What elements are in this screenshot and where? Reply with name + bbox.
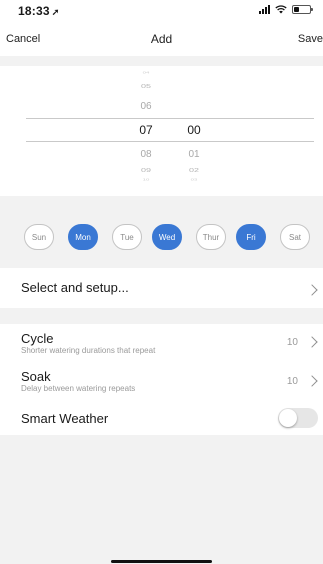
smart-weather-row: Smart Weather — [0, 402, 323, 435]
hour-option-selected[interactable]: 07 — [126, 123, 166, 137]
soak-title: Soak — [21, 369, 51, 384]
hour-option[interactable]: 08 — [126, 149, 166, 160]
toggle-knob — [279, 409, 297, 427]
cycle-row[interactable]: Cycle Shorter watering durations that re… — [0, 324, 323, 364]
hour-option[interactable]: 10 — [126, 179, 166, 182]
cycle-subtitle: Shorter watering durations that repeat — [21, 346, 156, 355]
minute-option[interactable]: 02 — [174, 167, 214, 174]
smart-weather-toggle[interactable] — [278, 408, 318, 428]
smart-weather-label: Smart Weather — [21, 411, 109, 426]
clock-time: 18:33 — [18, 4, 50, 18]
chevron-right-icon — [306, 375, 318, 387]
day-toggle-fri[interactable]: Fri — [236, 224, 266, 250]
select-setup-label: Select and setup... — [21, 280, 129, 295]
minute-option[interactable]: 01 — [174, 149, 214, 160]
hour-option[interactable]: 09 — [126, 167, 166, 174]
soak-value: 10 — [286, 376, 298, 387]
hour-option[interactable]: 05 — [126, 83, 166, 90]
page-title: Add — [150, 32, 173, 46]
save-button[interactable]: Save — [298, 33, 323, 45]
picker-selection-line-top — [26, 118, 314, 119]
minute-option[interactable]: 03 — [174, 179, 214, 182]
day-toggle-sun[interactable]: Sun — [24, 224, 54, 250]
cycle-value: 10 — [286, 337, 298, 348]
picker-top-band — [0, 56, 323, 66]
wifi-icon — [275, 5, 287, 14]
day-toggle-wed[interactable]: Wed — [152, 224, 182, 250]
bottom-background — [0, 435, 323, 564]
picker-selection-line-bottom — [26, 141, 314, 142]
minute-option-selected[interactable]: 00 — [174, 123, 214, 137]
signal-icon — [259, 5, 270, 14]
soak-row[interactable]: Soak Delay between watering repeats 10 — [0, 364, 323, 402]
day-toggle-mon[interactable]: Mon — [68, 224, 98, 250]
status-time: 18:33 ➚ — [18, 4, 59, 18]
chevron-right-icon — [306, 284, 318, 296]
cycle-title: Cycle — [21, 331, 54, 346]
status-icons — [259, 5, 313, 14]
location-arrow-icon: ➚ — [51, 7, 60, 17]
weekday-selector: Sun Mon Tue Wed Thur Fri Sat — [0, 224, 323, 250]
home-indicator[interactable] — [111, 560, 212, 563]
day-toggle-tue[interactable]: Tue — [112, 224, 142, 250]
nav-bar: Cancel Add Save — [0, 22, 323, 56]
status-bar: 18:33 ➚ — [0, 0, 323, 22]
battery-icon — [292, 5, 313, 14]
section-divider — [0, 308, 323, 324]
day-toggle-sat[interactable]: Sat — [280, 224, 310, 250]
day-toggle-thur[interactable]: Thur — [196, 224, 226, 250]
chevron-right-icon — [306, 336, 318, 348]
time-picker[interactable]: 04 05 06 07 08 09 10 00 01 02 03 — [0, 56, 323, 196]
hour-option[interactable]: 06 — [126, 101, 166, 112]
soak-subtitle: Delay between watering repeats — [21, 384, 136, 393]
select-setup-row[interactable]: Select and setup... — [0, 268, 323, 308]
hour-option[interactable]: 04 — [126, 72, 166, 75]
